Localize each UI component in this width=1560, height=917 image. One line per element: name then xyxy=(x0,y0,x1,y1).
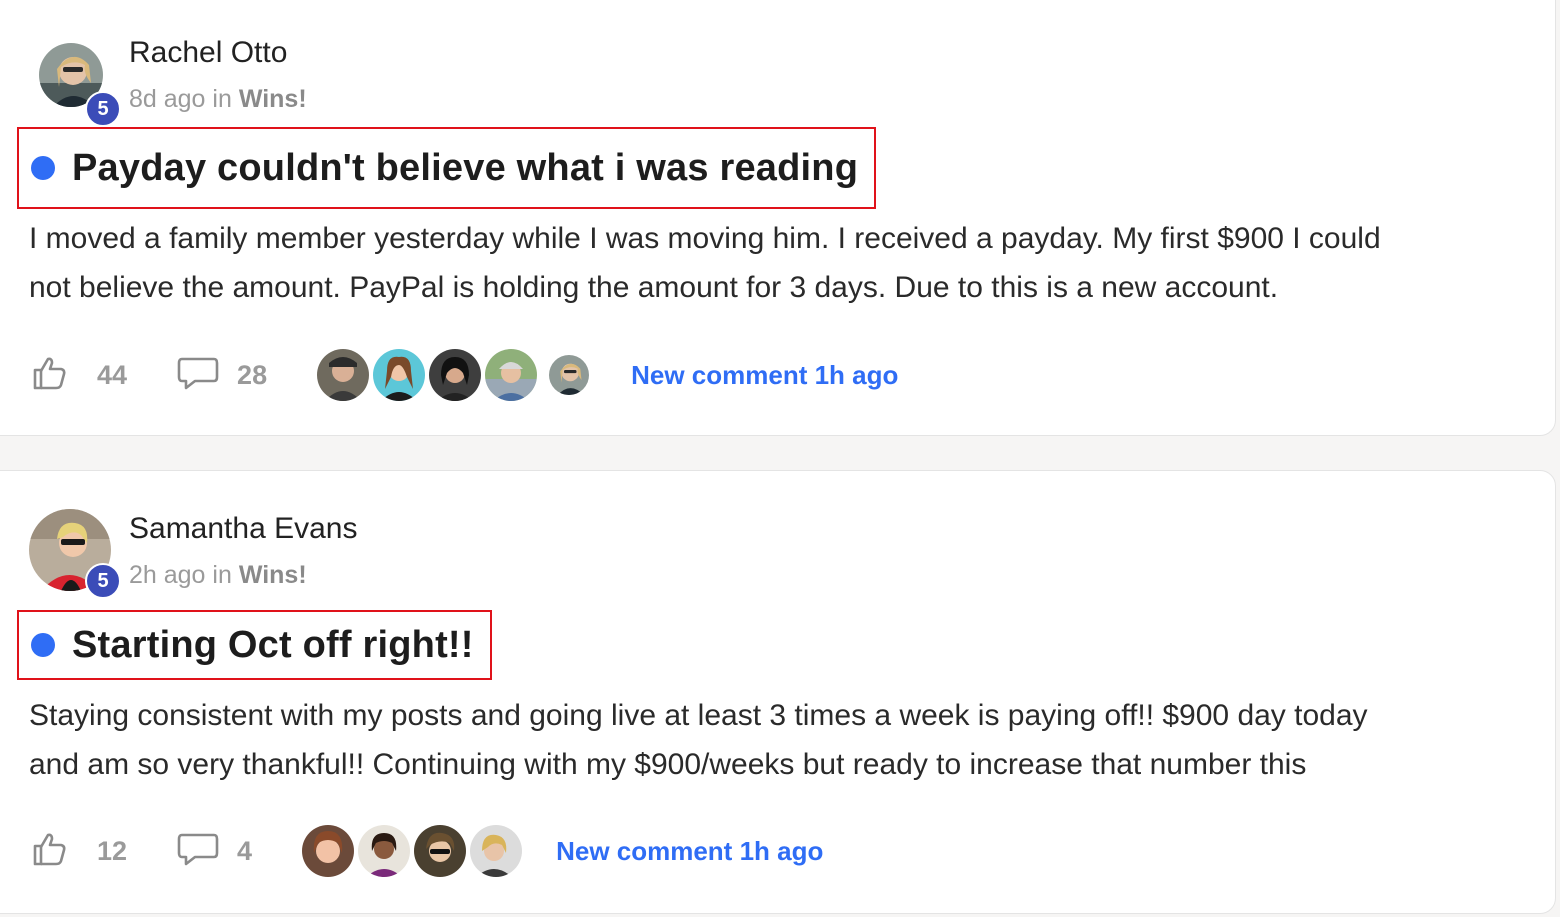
recent-commenters[interactable] xyxy=(317,349,593,401)
thumbs-up-icon xyxy=(29,353,69,398)
post-actions: 12 4 New comment 1h ago xyxy=(29,825,823,877)
level-badge: 5 xyxy=(85,563,121,599)
thumbs-up-icon xyxy=(29,829,69,874)
speech-bubble-icon xyxy=(177,831,219,872)
post-title-highlight: Payday couldn't believe what i was readi… xyxy=(17,127,876,209)
new-comment-link[interactable]: New comment 1h ago xyxy=(556,836,823,867)
unread-dot-icon xyxy=(31,156,55,180)
post-title[interactable]: Payday couldn't believe what i was readi… xyxy=(72,147,858,190)
commenter-avatar xyxy=(317,349,370,401)
comment-count: 28 xyxy=(237,359,268,390)
comment-button[interactable]: 4 xyxy=(177,831,252,872)
post-actions: 44 28 New comment 1h ago xyxy=(29,349,898,401)
commenter-avatar xyxy=(470,825,523,877)
post-body-line: Staying consistent with my posts and goi… xyxy=(29,699,1368,732)
author-name[interactable]: Rachel Otto xyxy=(129,36,287,70)
post-body-line: I moved a family member yesterday while … xyxy=(29,222,1381,255)
author-name[interactable]: Samantha Evans xyxy=(129,512,357,546)
comment-count: 4 xyxy=(237,835,253,866)
level-badge: 5 xyxy=(85,91,121,127)
commenter-avatar xyxy=(429,349,482,401)
commenter-avatar xyxy=(485,349,538,401)
post-title[interactable]: Starting Oct off right!! xyxy=(72,624,474,667)
commenter-avatar xyxy=(549,355,590,395)
post-body[interactable]: Staying consistent with my posts and goi… xyxy=(29,691,1368,789)
post-feed: 5 Rachel Otto 8d ago in Wins! Payday cou… xyxy=(0,0,1560,917)
speech-bubble-icon xyxy=(177,355,219,396)
post-card[interactable]: 5 Samantha Evans 2h ago in Wins! Startin… xyxy=(0,470,1556,914)
post-time: 2h ago xyxy=(129,561,206,589)
post-body-line: and am so very thankful!! Continuing wit… xyxy=(29,748,1307,781)
unread-dot-icon xyxy=(31,633,55,657)
post-card[interactable]: 5 Rachel Otto 8d ago in Wins! Payday cou… xyxy=(0,0,1556,436)
like-count: 12 xyxy=(97,835,128,866)
post-time: 8d ago xyxy=(129,85,206,113)
commenter-avatar xyxy=(358,825,411,877)
like-count: 44 xyxy=(97,359,128,390)
author-avatar[interactable]: 5 xyxy=(29,509,121,599)
commenter-avatar xyxy=(302,825,355,877)
category-link[interactable]: Wins! xyxy=(239,561,307,589)
recent-commenters[interactable] xyxy=(302,825,526,877)
post-body[interactable]: I moved a family member yesterday while … xyxy=(29,214,1381,312)
new-comment-link[interactable]: New comment 1h ago xyxy=(631,360,898,391)
commenter-avatar xyxy=(373,349,426,401)
in-label: in xyxy=(212,561,232,589)
post-meta: 2h ago in Wins! xyxy=(129,561,307,590)
category-link[interactable]: Wins! xyxy=(239,85,307,113)
in-label: in xyxy=(212,85,232,113)
author-avatar[interactable]: 5 xyxy=(39,43,121,127)
commenter-avatar xyxy=(414,825,467,877)
post-title-highlight: Starting Oct off right!! xyxy=(17,610,492,680)
like-button[interactable]: 44 xyxy=(29,353,127,398)
post-meta: 8d ago in Wins! xyxy=(129,85,307,114)
like-button[interactable]: 12 xyxy=(29,829,127,874)
post-body-line: not believe the amount. PayPal is holdin… xyxy=(29,271,1279,304)
comment-button[interactable]: 28 xyxy=(177,355,267,396)
